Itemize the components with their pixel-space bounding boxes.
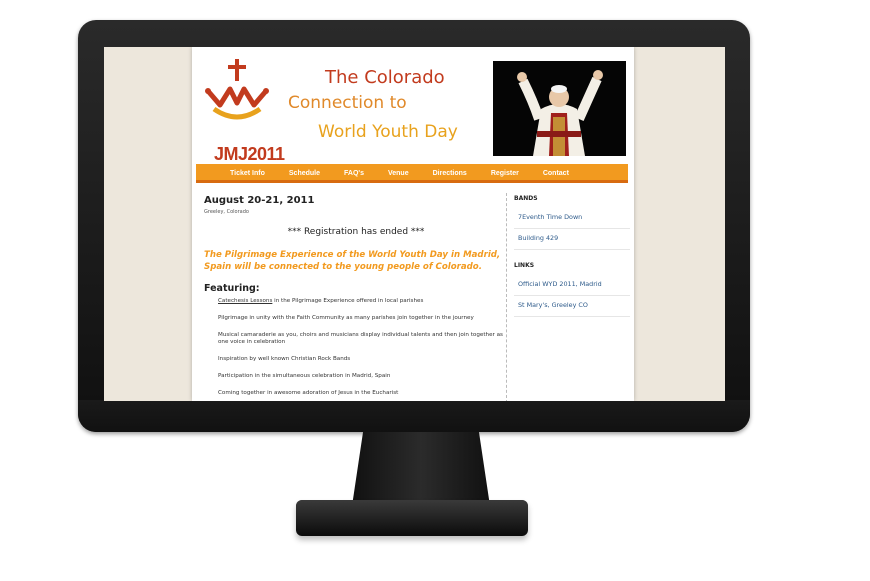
- site-header: JMJ2011 The Colorado Connection to World…: [192, 47, 634, 164]
- monitor-chin: [78, 400, 750, 432]
- sidebar-link-official-wyd[interactable]: Official WYD 2011, Madrid: [514, 275, 630, 296]
- feature-item: Inspiration by well known Christian Rock…: [218, 356, 351, 362]
- main-nav: Ticket Info Schedule FAQ's Venue Directi…: [196, 164, 628, 183]
- bands-heading: BANDS: [514, 195, 538, 202]
- column-divider: [506, 193, 507, 401]
- nav-contact[interactable]: Contact: [543, 164, 569, 180]
- nav-ticket-info[interactable]: Ticket Info: [230, 164, 265, 180]
- site-title-line2: Connection to: [288, 93, 407, 113]
- nav-faqs[interactable]: FAQ's: [344, 164, 364, 180]
- event-date: August 20-21, 2011: [204, 195, 315, 206]
- main-content: August 20-21, 2011 Greeley, Colorado ***…: [204, 195, 508, 401]
- feature-item: Participation in the simultaneous celebr…: [218, 373, 391, 379]
- intro-text: The Pilgrimage Experience of the World Y…: [204, 250, 501, 272]
- features-list: Catechesis Lessons in the Pilgrimage Exp…: [204, 298, 508, 397]
- web-page: JMJ2011 The Colorado Connection to World…: [192, 47, 634, 401]
- site-title-line3: World Youth Day: [318, 122, 458, 142]
- feature-item: Coming together in awesome adoration of …: [218, 390, 399, 396]
- links-heading: LINKS: [514, 262, 535, 269]
- feature-item: Pilgrimage in unity with the Faith Commu…: [218, 315, 474, 321]
- nav-register[interactable]: Register: [491, 164, 519, 180]
- sidebar-link-7eventh-time-down[interactable]: 7Eventh Time Down: [514, 208, 630, 229]
- site-title-line1: The Colorado: [325, 67, 445, 88]
- jmj-logo[interactable]: JMJ2011: [200, 57, 285, 164]
- feature-item: Musical camaraderie as you, choirs and m…: [218, 332, 503, 345]
- bands-section: BANDS 7Eventh Time Down Building 429: [514, 195, 630, 250]
- feature-item: Catechesis Lessons in the Pilgrimage Exp…: [218, 298, 508, 305]
- event-location: Greeley, Colorado: [204, 209, 249, 215]
- sidebar-link-st-marys[interactable]: St Mary's, Greeley CO: [514, 296, 630, 317]
- catechesis-link[interactable]: Catechesis Lessons: [218, 298, 272, 304]
- sidebar: BANDS 7Eventh Time Down Building 429 LIN…: [514, 195, 630, 329]
- monitor-stand-base: [296, 500, 528, 536]
- monitor-screen: JMJ2011 The Colorado Connection to World…: [104, 47, 725, 401]
- cross-crown-icon: [205, 59, 269, 120]
- pope-photo: [493, 61, 626, 156]
- nav-schedule[interactable]: Schedule: [289, 164, 320, 180]
- logo-text: JMJ2011: [214, 144, 285, 164]
- sidebar-link-building-429[interactable]: Building 429: [514, 229, 630, 250]
- nav-venue[interactable]: Venue: [388, 164, 409, 180]
- featuring-heading: Featuring:: [204, 283, 260, 294]
- nav-directions[interactable]: Directions: [433, 164, 467, 180]
- registration-status: *** Registration has ended ***: [287, 227, 425, 237]
- monitor-stand-neck: [352, 432, 490, 506]
- feature-text: in the Pilgrimage Experience offered in …: [272, 298, 424, 304]
- links-section: LINKS Official WYD 2011, Madrid St Mary'…: [514, 262, 630, 317]
